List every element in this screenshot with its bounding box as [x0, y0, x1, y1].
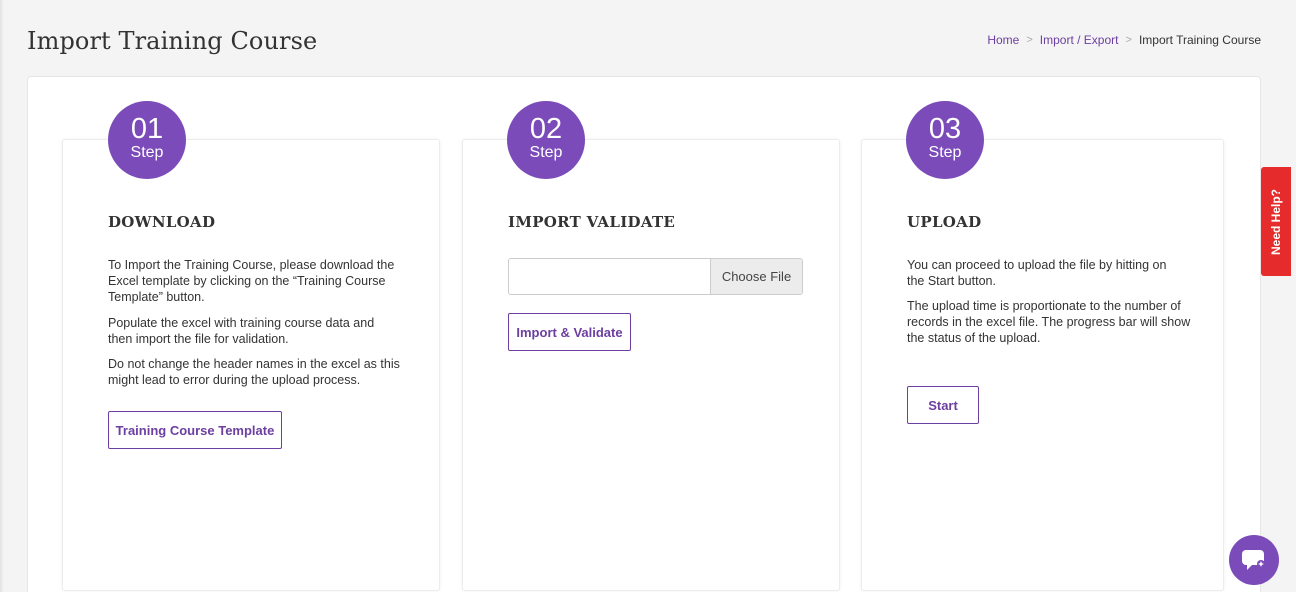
- step-heading-import-validate: IMPORT VALIDATE: [508, 213, 676, 231]
- step-card-upload: [861, 139, 1224, 591]
- step-word: Step: [130, 144, 164, 161]
- upload-instructions-2: The upload time is proportionate to the …: [907, 299, 1191, 345]
- step-2-badge: 02 Step: [507, 101, 585, 179]
- download-instructions-1: To Import the Training Course, please do…: [108, 258, 395, 304]
- step-number: 01: [130, 113, 164, 145]
- breadcrumb-separator: >: [1026, 34, 1033, 46]
- chat-bubble-icon: [1242, 550, 1265, 570]
- training-course-template-button[interactable]: Training Course Template: [108, 411, 282, 449]
- step-number: 03: [928, 113, 962, 145]
- upload-instructions-1: You can proceed to upload the file by hi…: [907, 258, 1167, 288]
- step-1-badge: 01 Step: [108, 101, 186, 179]
- file-name-field[interactable]: [509, 259, 710, 294]
- chat-button[interactable]: [1229, 535, 1279, 585]
- step-number: 02: [529, 113, 563, 145]
- page-title: Import Training Course: [27, 27, 318, 55]
- file-input[interactable]: Choose File: [508, 258, 803, 295]
- step-card-import-validate: [462, 139, 840, 591]
- download-instructions-2: Populate the excel with training course …: [108, 316, 375, 346]
- need-help-label: Need Help?: [1269, 188, 1284, 255]
- step-heading-upload: UPLOAD: [907, 213, 982, 231]
- step-heading-download: DOWNLOAD: [108, 213, 216, 231]
- need-help-tab[interactable]: Need Help?: [1261, 167, 1291, 276]
- breadcrumb-import-export[interactable]: Import / Export: [1040, 33, 1119, 47]
- import-validate-button[interactable]: Import & Validate: [508, 313, 631, 351]
- breadcrumb-separator: >: [1125, 34, 1132, 46]
- breadcrumb-current: Import Training Course: [1138, 33, 1261, 47]
- step-word: Step: [529, 144, 563, 161]
- breadcrumb-home[interactable]: Home: [987, 33, 1019, 47]
- left-shadow: [0, 0, 4, 592]
- download-instructions-3: Do not change the header names in the ex…: [108, 357, 400, 387]
- breadcrumb: Home > Import / Export > Import Training…: [987, 33, 1261, 47]
- step-3-badge: 03 Step: [906, 101, 984, 179]
- start-upload-button[interactable]: Start: [907, 386, 979, 424]
- choose-file-button[interactable]: Choose File: [710, 259, 802, 294]
- step-word: Step: [928, 144, 962, 161]
